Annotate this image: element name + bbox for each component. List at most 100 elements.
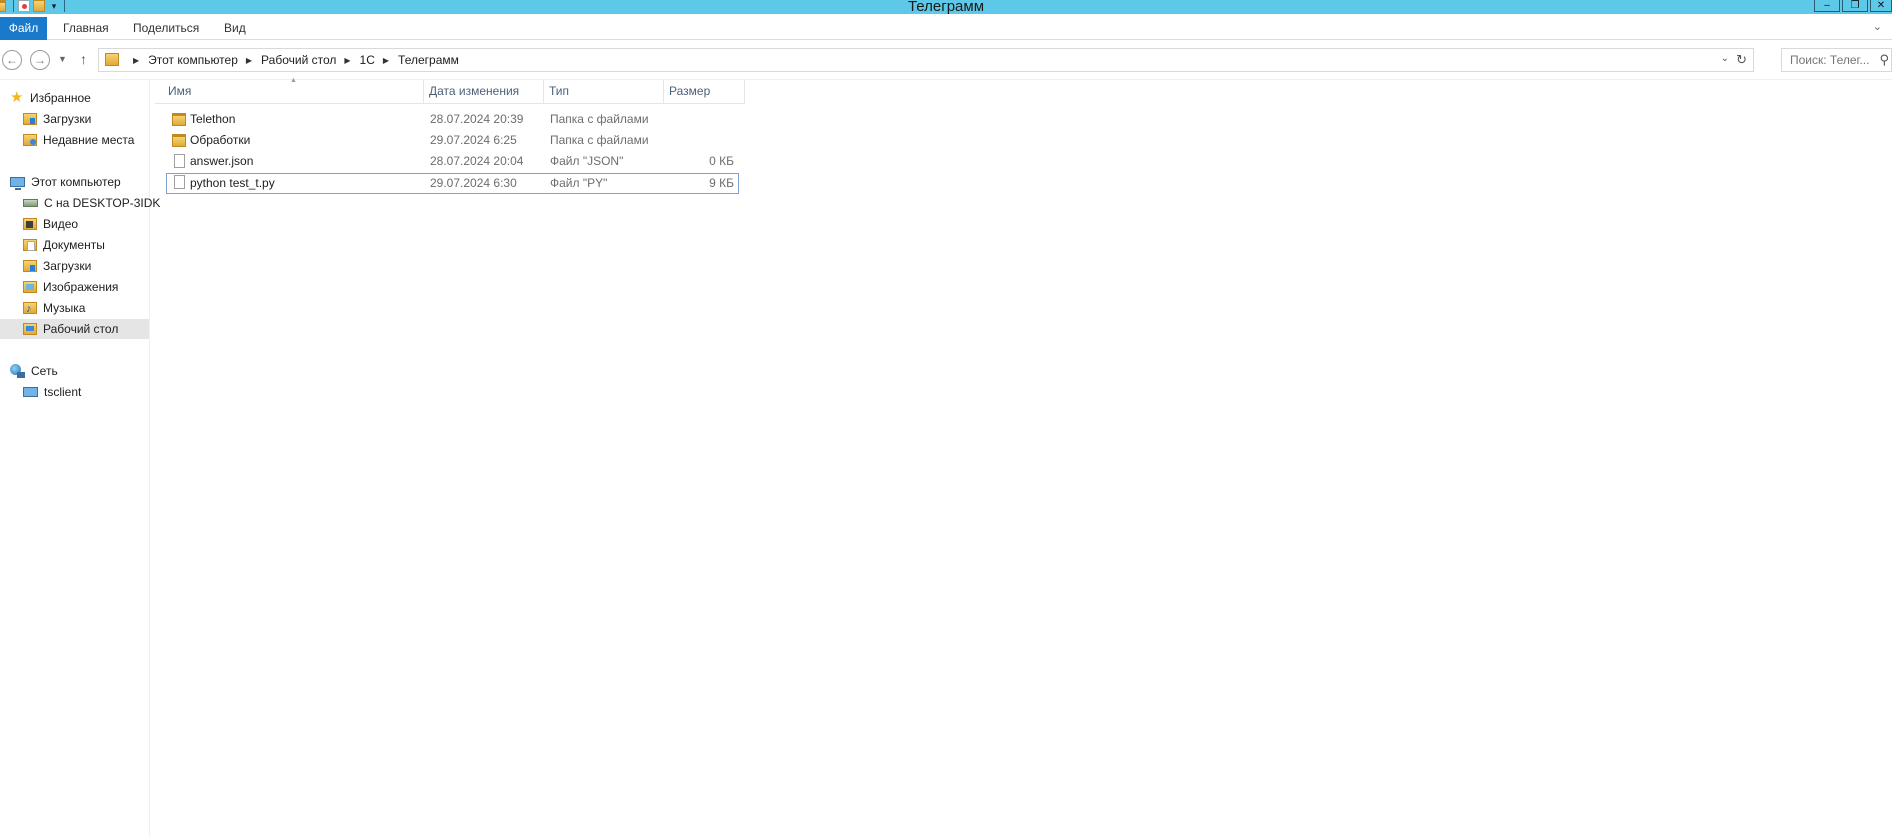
desktop-folder-icon: [23, 323, 37, 335]
file-size: [666, 110, 737, 129]
breadcrumb-1c[interactable]: 1С: [360, 53, 375, 67]
nav-item-label: Недавние места: [43, 133, 135, 147]
nav-item-label: Загрузки: [43, 112, 92, 126]
search-icon[interactable]: ⚲: [1879, 52, 1889, 68]
nav-item-label: Музыка: [43, 301, 86, 315]
nav-item-recent-places[interactable]: Недавние места: [23, 130, 134, 150]
nav-item-label: Загрузки: [43, 259, 92, 273]
refresh-icon[interactable]: ↻: [1736, 52, 1747, 68]
nav-item-desktop[interactable]: Рабочий стол: [0, 319, 149, 339]
nav-item-tsclient[interactable]: tsclient: [23, 382, 81, 402]
search-box[interactable]: ⚲: [1781, 48, 1892, 72]
file-size: [666, 131, 737, 150]
downloads-folder-icon: [23, 113, 37, 125]
column-header-date[interactable]: Дата изменения: [424, 80, 544, 103]
nav-network[interactable]: Сеть: [10, 361, 58, 381]
address-bar[interactable]: ▶ Этот компьютер ▶ Рабочий стол ▶ 1С ▶ Т…: [98, 48, 1754, 72]
nav-item-video[interactable]: Видео: [23, 214, 78, 234]
file-date: 29.07.2024 6:25: [430, 133, 517, 147]
breadcrumb: ▶ Этот компьютер ▶ Рабочий стол ▶ 1С ▶ Т…: [125, 49, 459, 71]
column-header-name[interactable]: Имя: [163, 80, 424, 103]
nav-item-label: Изображения: [43, 280, 119, 294]
breadcrumb-telegram[interactable]: Телеграмм: [398, 53, 459, 67]
arrow-right-icon: →: [34, 53, 46, 67]
documents-folder-icon: [23, 239, 37, 251]
nav-favorites[interactable]: ★ Избранное: [10, 88, 91, 108]
pictures-folder-icon: [23, 281, 37, 293]
arrow-up-icon: ↑: [80, 51, 87, 67]
nav-this-pc[interactable]: Этот компьютер: [10, 172, 121, 192]
ribbon: Файл Главная Поделиться Вид ⌄: [0, 14, 1892, 40]
computer-icon: [10, 177, 25, 190]
file-row-answer-json[interactable]: answer.json 28.07.2024 20:04 Файл "JSON"…: [166, 152, 739, 173]
breadcrumb-this-pc[interactable]: Этот компьютер: [148, 53, 238, 67]
nav-item-documents[interactable]: Документы: [23, 235, 105, 255]
window-title: Телеграмм: [907, 0, 985, 15]
chevron-right-icon[interactable]: ▶: [383, 56, 389, 65]
file-type: Папка с файлами: [550, 112, 649, 126]
chevron-right-icon[interactable]: ▶: [133, 56, 139, 65]
back-button[interactable]: ←: [2, 50, 22, 70]
file-icon: [174, 154, 185, 168]
search-input[interactable]: [1782, 49, 1874, 71]
navigation-pane: ★ Избранное Загрузки Недавние места Этот…: [0, 80, 160, 837]
file-size: 0 КБ: [709, 154, 734, 168]
nav-item-label: Этот компьютер: [31, 175, 121, 189]
ribbon-expand-icon[interactable]: ⌄: [1873, 20, 1882, 33]
close-button[interactable]: ✕: [1870, 0, 1892, 12]
header-divider: [155, 103, 745, 104]
column-header-size[interactable]: Размер: [664, 80, 745, 103]
recent-locations-button[interactable]: ▼: [58, 54, 67, 64]
file-date: 28.07.2024 20:04: [430, 154, 524, 168]
nav-item-label: Сеть: [31, 364, 58, 378]
tab-view[interactable]: Вид: [218, 18, 252, 38]
nav-item-downloads[interactable]: Загрузки: [23, 256, 91, 276]
nav-item-label: Видео: [43, 217, 79, 231]
folder-icon: [105, 53, 119, 66]
nav-item-label: tsclient: [44, 385, 82, 399]
file-name: Обработки: [190, 133, 251, 147]
file-row-obrabotki[interactable]: Обработки 29.07.2024 6:25 Папка с файлам…: [166, 131, 739, 152]
music-folder-icon: [23, 299, 37, 319]
folder-icon: [172, 113, 186, 126]
video-folder-icon: [23, 218, 37, 230]
nav-item-music[interactable]: Музыка: [23, 298, 86, 319]
file-name: python test_t.py: [190, 176, 275, 190]
star-icon: ★: [10, 89, 24, 106]
tab-share[interactable]: Поделиться: [127, 18, 205, 38]
window-controls: – ❐ ✕: [1812, 0, 1892, 12]
nav-item-label: Документы: [43, 238, 105, 252]
nav-item-downloads-fav[interactable]: Загрузки: [23, 109, 91, 129]
downloads-folder-icon: [23, 260, 37, 272]
address-dropdown-icon[interactable]: ⌄: [1721, 53, 1729, 64]
tab-file[interactable]: Файл: [0, 17, 47, 40]
title-bar: ▾ Телеграмм – ❐ ✕: [0, 0, 1892, 15]
maximize-button[interactable]: ❐: [1842, 0, 1868, 12]
up-button[interactable]: ↑: [80, 51, 87, 67]
breadcrumb-desktop[interactable]: Рабочий стол: [261, 53, 336, 67]
file-name: answer.json: [190, 154, 254, 168]
nav-item-label: С на DESKTOP-3IDK: [44, 196, 161, 210]
chevron-down-icon: ▼: [58, 54, 67, 64]
navigation-bar: ← → ▼ ↑ ▶ Этот компьютер ▶ Рабочий стол …: [0, 40, 1892, 80]
column-header-type[interactable]: Тип: [544, 80, 664, 103]
nav-item-drive-c[interactable]: С на DESKTOP-3IDK: [23, 193, 160, 213]
remote-computer-icon: [23, 387, 38, 397]
folder-icon: [172, 134, 186, 147]
minimize-button[interactable]: –: [1814, 0, 1840, 12]
tab-home[interactable]: Главная: [57, 18, 115, 38]
file-name: Telethon: [190, 112, 236, 126]
nav-item-label: Рабочий стол: [43, 322, 119, 336]
chevron-right-icon[interactable]: ▶: [246, 56, 252, 65]
recent-places-icon: [23, 134, 37, 146]
file-type: Файл "JSON": [550, 154, 624, 168]
file-date: 28.07.2024 20:39: [430, 112, 524, 126]
file-date: 29.07.2024 6:30: [430, 176, 517, 190]
nav-item-pictures[interactable]: Изображения: [23, 277, 118, 297]
nav-item-label: Избранное: [30, 91, 91, 105]
file-row-telethon[interactable]: Telethon 28.07.2024 20:39 Папка с файлам…: [166, 110, 739, 131]
file-row-python-test[interactable]: python test_t.py 29.07.2024 6:30 Файл "P…: [166, 173, 739, 194]
chevron-right-icon[interactable]: ▶: [344, 56, 350, 65]
forward-button[interactable]: →: [30, 50, 50, 70]
file-type: Папка с файлами: [550, 133, 649, 147]
